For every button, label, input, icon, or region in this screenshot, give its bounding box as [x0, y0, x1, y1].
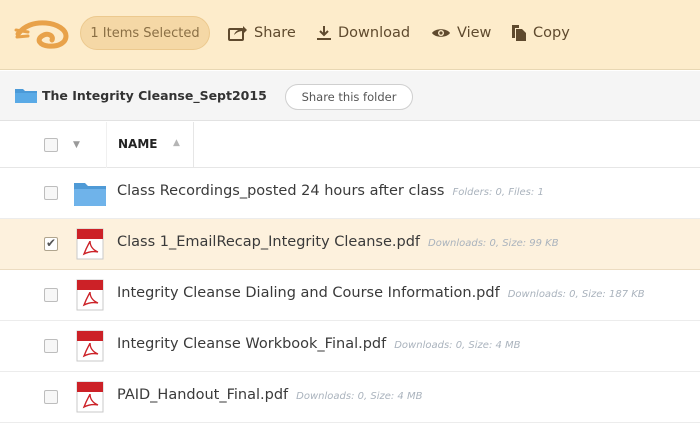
- name-column-label: NAME: [118, 137, 158, 151]
- table-header: ▼ NAME ▲: [0, 122, 700, 168]
- items-selected-label: 1 Items Selected: [90, 25, 200, 41]
- view-button[interactable]: View: [431, 22, 491, 44]
- folder-icon: [74, 183, 106, 206]
- file-meta: Folders: 0, Files: 1: [452, 187, 544, 198]
- name-column-header[interactable]: NAME ▲: [106, 122, 194, 168]
- share-folder-button[interactable]: Share this folder: [285, 84, 413, 110]
- breadcrumb: The Integrity Cleanse_Sept2015 Share thi…: [0, 71, 700, 121]
- share-label: Share: [254, 25, 296, 41]
- download-label: Download: [338, 25, 411, 41]
- pdf-file-icon: [76, 330, 104, 362]
- file-name[interactable]: Class Recordings_posted 24 hours after c…: [117, 183, 544, 199]
- download-button[interactable]: Download: [316, 22, 410, 44]
- copy-label: Copy: [533, 25, 570, 41]
- sort-ascending-icon: ▲: [173, 138, 180, 148]
- pdf-file-icon: [76, 228, 104, 260]
- folder-icon: [15, 89, 37, 103]
- file-meta: Downloads: 0, Size: 4 MB: [394, 340, 521, 351]
- file-name[interactable]: PAID_Handout_Final.pdf Downloads: 0, Size…: [117, 387, 422, 403]
- table-row[interactable]: Integrity Cleanse Workbook_Final.pdf Down…: [0, 321, 700, 372]
- view-label: View: [457, 25, 492, 41]
- share-button[interactable]: Share: [228, 22, 296, 44]
- page-title: The Integrity Cleanse_Sept2015: [42, 88, 267, 103]
- row-checkbox[interactable]: [44, 390, 58, 404]
- row-checkbox[interactable]: [44, 339, 58, 353]
- share-icon: [228, 26, 247, 41]
- row-checkbox[interactable]: [44, 186, 58, 200]
- file-name[interactable]: Integrity Cleanse Dialing and Course Inf…: [117, 285, 645, 301]
- share-folder-label: Share this folder: [301, 90, 397, 104]
- table-row[interactable]: ✔ Class 1_EmailRecap_Integrity Cleanse.p…: [0, 219, 700, 270]
- table-row[interactable]: Integrity Cleanse Dialing and Course Inf…: [0, 270, 700, 321]
- pdf-file-icon: [76, 279, 104, 311]
- app-logo-icon[interactable]: [14, 18, 70, 50]
- table-row[interactable]: Class Recordings_posted 24 hours after c…: [0, 168, 700, 219]
- table-row[interactable]: PAID_Handout_Final.pdf Downloads: 0, Size…: [0, 372, 700, 423]
- row-checkbox[interactable]: [44, 288, 58, 302]
- download-icon: [317, 26, 331, 40]
- checkmark-icon: ✔: [46, 236, 57, 250]
- pdf-file-icon: [76, 381, 104, 413]
- chevron-down-icon[interactable]: ▼: [73, 140, 80, 150]
- copy-icon: [512, 25, 526, 41]
- row-checkbox[interactable]: ✔: [44, 236, 58, 251]
- items-selected-badge: 1 Items Selected: [80, 16, 210, 50]
- select-all-checkbox[interactable]: [44, 138, 58, 152]
- action-toolbar: 1 Items Selected Share Download View Cop…: [0, 0, 700, 70]
- file-meta: Downloads: 0, Size: 4 MB: [296, 391, 423, 402]
- file-name[interactable]: Class 1_EmailRecap_Integrity Cleanse.pdf…: [117, 234, 559, 250]
- file-name[interactable]: Integrity Cleanse Workbook_Final.pdf Down…: [117, 336, 521, 352]
- file-meta: Downloads: 0, Size: 187 KB: [507, 289, 645, 300]
- file-meta: Downloads: 0, Size: 99 KB: [428, 238, 559, 249]
- copy-button[interactable]: Copy: [511, 22, 570, 44]
- eye-icon: [432, 29, 450, 37]
